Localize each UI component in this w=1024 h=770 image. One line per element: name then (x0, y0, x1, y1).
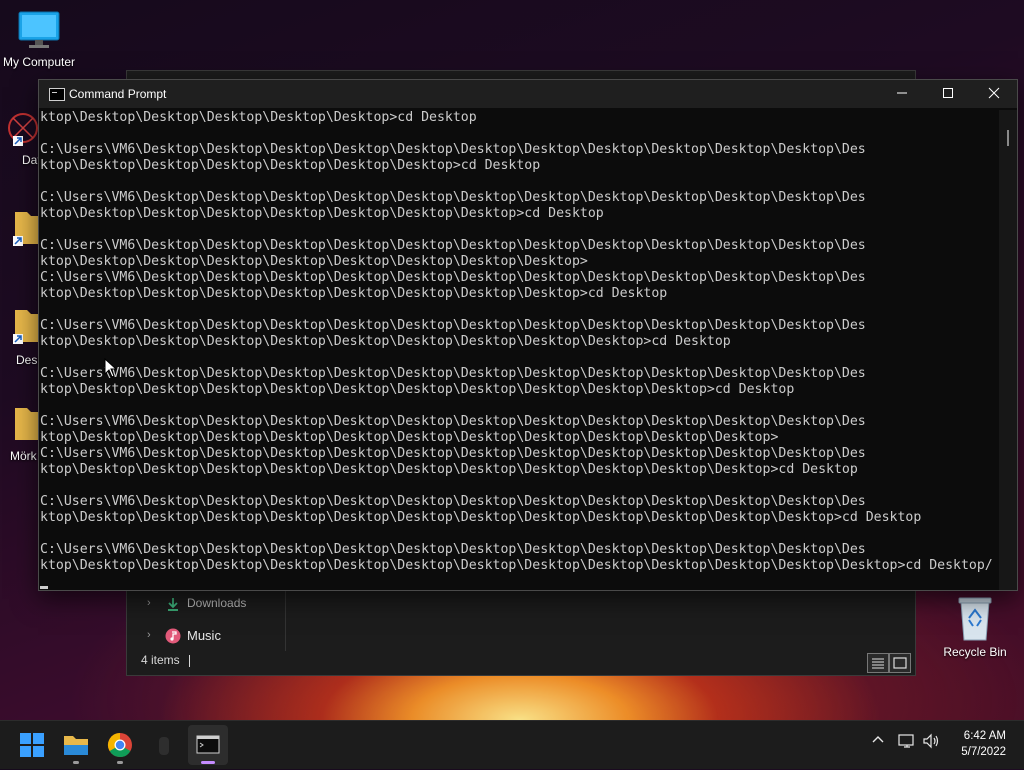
cmd-icon (49, 88, 65, 101)
console-line: C:\Users\VM6\Desktop\Desktop\Desktop\Des… (40, 414, 866, 429)
chevron-right-icon[interactable]: › (147, 629, 151, 641)
mouse-pointer-icon (104, 358, 118, 378)
close-icon (988, 87, 1000, 99)
console-line: C:\Users\VM6\Desktop\Desktop\Desktop\Des… (40, 238, 866, 253)
minimize-button[interactable] (879, 80, 925, 108)
tiles-view-button[interactable] (889, 653, 911, 673)
volume-icon (923, 733, 939, 749)
music-icon (165, 628, 181, 644)
taskbar-file-explorer[interactable] (56, 725, 96, 765)
console-line: C:\Users\VM6\Desktop\Desktop\Desktop\Des… (40, 190, 866, 205)
console-line: ktop\Desktop\Desktop\Desktop\Desktop\Des… (40, 110, 477, 125)
folder-icon (15, 408, 39, 440)
console-line: C:\Users\VM6\Desktop\Desktop\Desktop\Des… (40, 446, 866, 461)
window-title: Command Prompt (69, 87, 167, 101)
maximize-icon (943, 88, 953, 98)
console-line: ktop\Desktop\Desktop\Desktop\Desktop\Des… (40, 286, 668, 301)
download-icon (168, 598, 178, 611)
start-button[interactable] (12, 725, 52, 765)
sidebar-item-label: Downloads (187, 596, 247, 610)
console-line: C:\Users\VM6\Desktop\Desktop\Desktop\Des… (40, 366, 866, 381)
console-line: C:\Users\VM6\Desktop\Desktop\Desktop\Des… (40, 542, 866, 557)
pane-divider[interactable] (285, 591, 286, 651)
show-hidden-icons-button[interactable] (872, 733, 884, 749)
desktop-icon-label: Recycle Bin (943, 645, 1007, 659)
console-line: ktop\Desktop\Desktop\Desktop\Desktop\Des… (40, 462, 858, 477)
app-icon (159, 737, 169, 755)
desktop-icon-my-computer[interactable]: My Computer (0, 10, 78, 69)
folder-shortcut-icon (13, 310, 39, 344)
monitor-icon (18, 11, 60, 48)
console-line: ktop\Desktop\Desktop\Desktop\Desktop\Des… (40, 206, 604, 221)
console-line: ktop\Desktop\Desktop\Desktop\Desktop\Des… (40, 254, 588, 269)
status-item-count: 4 items (141, 653, 180, 667)
console-line: ktop\Desktop\Desktop\Desktop\Desktop\Des… (40, 558, 993, 573)
console-line: ktop\Desktop\Desktop\Desktop\Desktop\Des… (40, 334, 731, 349)
terminal-icon (196, 735, 220, 754)
recycle-bin-icon (958, 597, 992, 641)
clock-time: 6:42 AM (963, 730, 1006, 742)
sidebar-item-downloads[interactable]: › Downloads (127, 591, 285, 619)
running-indicator (117, 761, 123, 764)
tiles-view-icon (893, 657, 907, 669)
console-line: C:\Users\VM6\Desktop\Desktop\Desktop\Des… (40, 142, 866, 157)
taskbar: 6:42 AM 5/7/2022 (0, 720, 1024, 769)
chrome-icon (107, 733, 132, 758)
console-output[interactable]: ktop\Desktop\Desktop\Desktop\Desktop\Des… (40, 110, 998, 590)
details-view-button[interactable] (867, 653, 889, 673)
active-indicator (201, 761, 215, 764)
sidebar-item-label: Music (187, 628, 221, 643)
chevron-up-icon (872, 736, 884, 743)
taskbar-chrome[interactable] (100, 725, 140, 765)
maximize-button[interactable] (925, 80, 971, 108)
desktop-icon-label: My Computer (2, 55, 76, 69)
console-line: ktop\Desktop\Desktop\Desktop\Desktop\Des… (40, 430, 779, 445)
folder-shortcut-icon (13, 212, 39, 246)
clock[interactable]: 6:42 AM 5/7/2022 (961, 728, 1006, 760)
file-explorer-icon (64, 736, 88, 755)
network-button[interactable] (898, 733, 916, 752)
console-line: ktop\Desktop\Desktop\Desktop\Desktop\Des… (40, 510, 922, 525)
details-view-icon (872, 658, 884, 669)
network-icon (898, 734, 914, 748)
text-cursor (40, 586, 48, 589)
chevron-right-icon[interactable]: › (147, 597, 151, 609)
status-separator (189, 655, 190, 667)
console-line: ktop\Desktop\Desktop\Desktop\Desktop\Des… (40, 158, 541, 173)
title-bar[interactable]: Command Prompt (39, 80, 1017, 108)
console-line: C:\Users\VM6\Desktop\Desktop\Desktop\Des… (40, 318, 866, 333)
app-shortcut-icon (8, 113, 38, 146)
console-line: C:\Users\VM6\Desktop\Desktop\Desktop\Des… (40, 270, 866, 285)
taskbar-command-prompt[interactable] (188, 725, 228, 765)
command-prompt-window[interactable]: Command Prompt ktop\Desktop\Desktop\Desk… (38, 79, 1018, 591)
clock-date: 5/7/2022 (961, 746, 1006, 758)
sidebar-item-music[interactable]: › Music (127, 623, 285, 651)
windows-start-icon (20, 733, 44, 757)
close-button[interactable] (971, 80, 1017, 108)
console-line: ktop\Desktop\Desktop\Desktop\Desktop\Des… (40, 382, 795, 397)
desktop-icon-recycle-bin[interactable]: Recycle Bin (940, 596, 1010, 659)
minimize-icon (897, 92, 907, 94)
running-indicator (73, 761, 79, 764)
taskbar-app[interactable] (144, 725, 184, 765)
volume-button[interactable] (922, 733, 940, 752)
vertical-scrollbar[interactable] (999, 110, 1017, 590)
scrollbar-thumb[interactable] (1007, 130, 1009, 146)
console-line: C:\Users\VM6\Desktop\Desktop\Desktop\Des… (40, 494, 866, 509)
